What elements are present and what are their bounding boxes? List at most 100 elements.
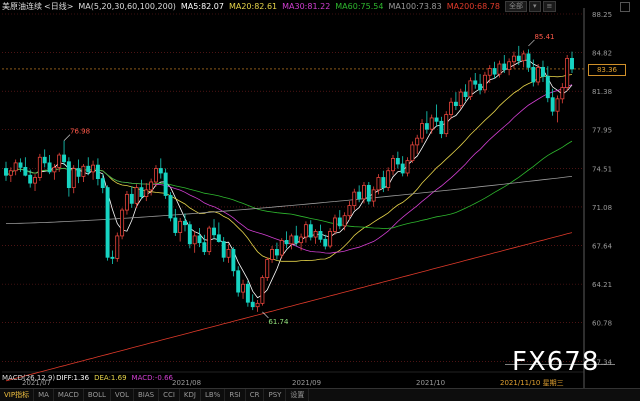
candle-body [511,55,516,63]
candle-body [507,61,512,71]
candle-body [521,53,526,62]
candle-body [410,144,415,162]
candle-body [482,74,487,91]
candle-body [516,55,521,62]
macd-diff: DIFF:1.36 [56,374,90,382]
indicator-tabs: VIP指标 MA MACD BOLL VOL BIAS CCI KDJ LB% RSI CR PSY 设… [0,388,640,401]
candle-body [134,187,139,204]
candle-body [478,83,483,91]
symbol-name[interactable]: 美原油连续 [2,0,42,13]
ma60-value: MA60:75.54 [335,2,384,11]
candle-body [439,120,444,135]
candle-body [536,66,541,83]
candle-body [502,63,507,71]
tab-0[interactable]: VIP指标 [0,389,35,401]
candle-body [323,238,328,247]
candle-body [260,277,265,304]
candle-body [265,259,270,278]
candle-body [444,114,449,135]
x-tick-label: 2021/08 [172,379,201,387]
ma200-value: MA200:68.78 [446,2,500,11]
candle-body [405,160,410,174]
candle-body [303,224,308,238]
candle-body [318,231,323,240]
ma5-value: MA5:82.07 [180,2,224,11]
candle-body [531,66,536,83]
candle-body [284,240,289,245]
candle-body [86,165,91,173]
candle-body [270,249,275,260]
current-price-tag: 83.36 [588,64,626,76]
menu-button[interactable]: ≡ [542,1,557,12]
candle-body [458,91,463,106]
candle-body [81,165,86,177]
candle-body [95,164,100,180]
y-tick-label: 60.78 [592,320,612,328]
candle-body [13,162,18,172]
candle-body [91,164,96,173]
tab-1[interactable]: MA [34,389,54,401]
candle-body [18,162,23,168]
candle-body [23,166,28,176]
candle-body [129,193,134,204]
candle-body [115,235,120,259]
tab-7[interactable]: KDJ [180,389,201,401]
tab-2[interactable]: MACD [54,389,84,401]
tab-10[interactable]: CR [246,389,265,401]
candle-body [255,302,260,308]
macd-label: MACD(26,12,9) [2,374,56,382]
macd-dea: DEA:1.69 [94,374,127,382]
candle-body [541,66,545,77]
candle-body [4,168,8,176]
candle-body [139,187,144,197]
candle-body [463,91,468,97]
candle-body [449,101,454,115]
candle-body [376,177,381,191]
candle-body [434,117,439,122]
candle-body [241,283,246,293]
tab-8[interactable]: LB% [201,389,226,401]
expand-button[interactable]: ▾ [529,1,541,12]
tab-4[interactable]: VOL [111,389,134,401]
moving-average-lines [5,59,573,382]
candle-body [429,117,434,130]
candle-body [342,215,347,227]
y-tick-label: 77.95 [592,127,612,135]
candle-body [8,170,13,176]
all-dropdown-button[interactable]: 全部 [505,1,527,12]
watermark: FX678 [512,347,600,377]
y-tick-label: 64.21 [592,281,612,289]
candle-body [420,123,425,139]
tab-9[interactable]: RSI [225,389,246,401]
y-tick-label: 67.64 [592,243,613,251]
x-tick-label: 2021/10 [416,379,445,387]
candle-body [487,68,492,76]
candle-body [347,205,352,217]
candle-body [33,177,37,184]
candle-body [192,235,197,245]
candle-body [565,57,570,88]
candle-body [197,235,202,244]
candle-body [366,184,371,202]
candle-body [289,235,294,245]
tab-5[interactable]: BIAS [134,389,160,401]
candle-body [473,80,478,85]
tab-6[interactable]: CCI [159,389,180,401]
candle-body [57,154,62,168]
candle-body [400,163,405,174]
tab-3[interactable]: BOLL [84,389,111,401]
period-label[interactable]: <日线> [44,0,73,13]
y-tick-label: 74.51 [592,165,612,173]
candle-body [37,156,42,178]
fullscreen-icon[interactable] [620,2,630,12]
candle-body [187,224,192,245]
candle-body [110,256,115,259]
candle-body [153,168,158,183]
tab-11[interactable]: PSY [264,389,287,401]
candle-body [149,181,154,191]
tab-12[interactable]: 设置 [286,389,310,401]
candle-body [308,224,313,238]
candlestick-chart[interactable]: 88.25 84.82 81.38 77.95 74.51 71.08 67.64 64.21… [0,0,640,400]
ma30-line [5,84,573,254]
candle-body [337,217,342,227]
